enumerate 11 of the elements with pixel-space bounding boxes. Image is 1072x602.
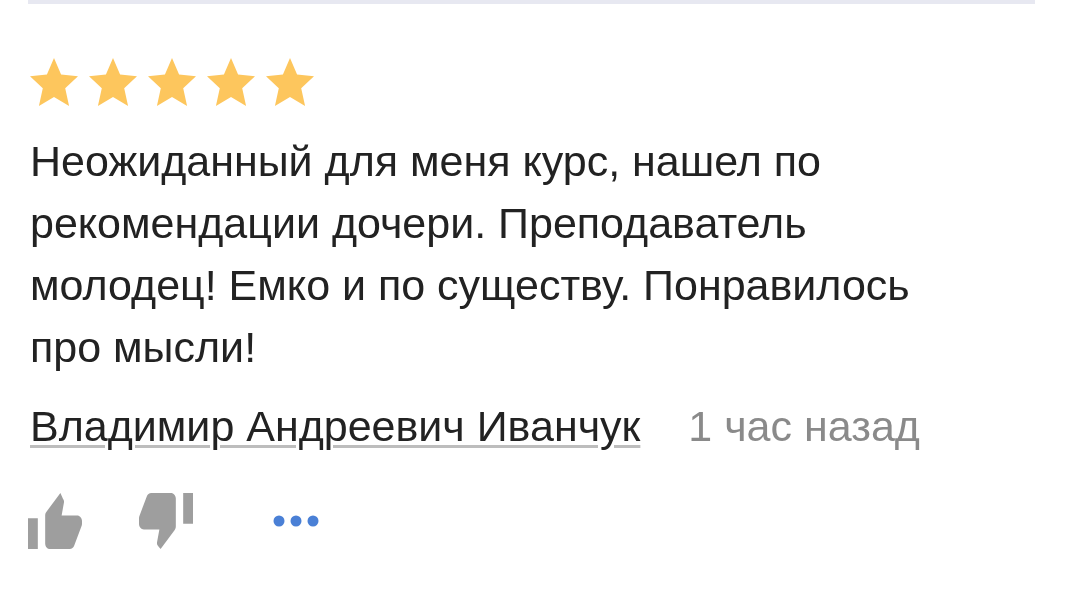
star-icon xyxy=(89,58,137,106)
more-options-icon[interactable] xyxy=(273,515,319,527)
timestamp: 1 час назад xyxy=(688,401,920,452)
thumbs-up-icon[interactable] xyxy=(28,493,82,549)
author-link[interactable]: Владимир Андреевич Иванчук xyxy=(30,395,641,457)
star-icon xyxy=(30,58,78,106)
star-icon xyxy=(148,58,196,106)
star-icon xyxy=(266,58,314,106)
thumbs-down-icon[interactable] xyxy=(139,493,193,549)
star-icon xyxy=(207,58,255,106)
review-text: Неожиданный для меня курс, нашел по рекомендации дочери. Преподаватель молодец! Емко и по существу. Понравилось про мысли! xyxy=(30,136,911,373)
